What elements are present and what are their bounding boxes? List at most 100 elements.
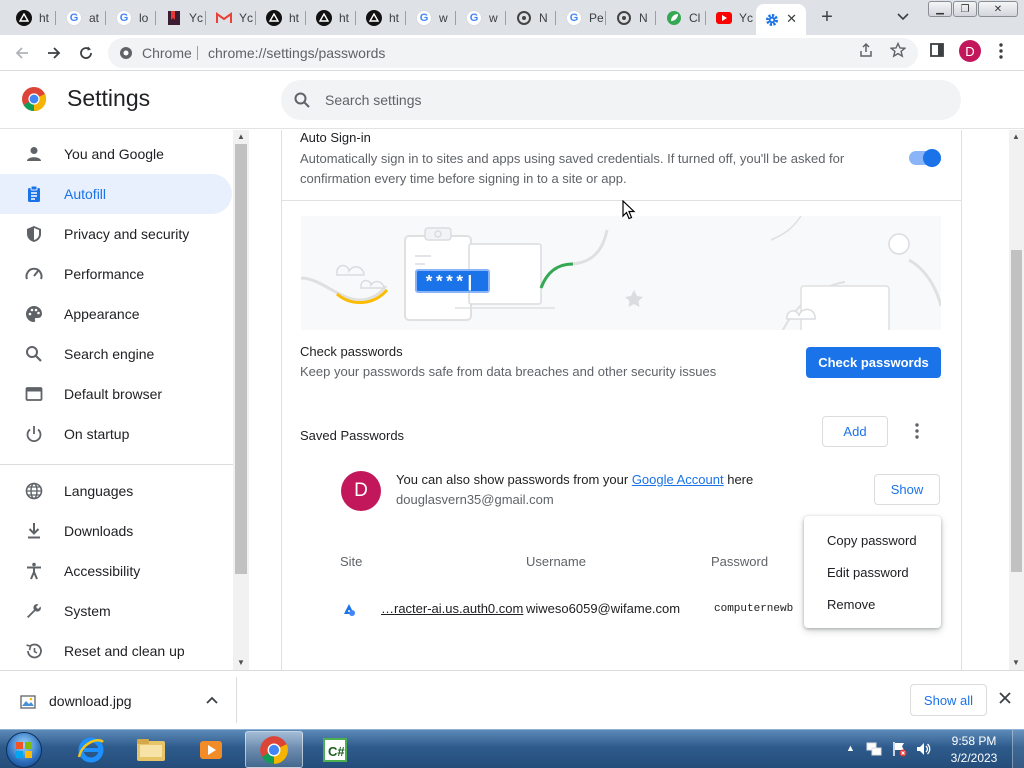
tab-1[interactable]: ht xyxy=(8,4,56,31)
password-site-link[interactable]: …racter-ai.us.auth0.com xyxy=(381,601,523,616)
menu-item-edit-password[interactable]: Edit password xyxy=(804,556,941,588)
settings-sidebar: You and Google Autofill Privacy and secu… xyxy=(0,130,235,670)
sidebar-item-on-startup[interactable]: On startup xyxy=(0,414,232,454)
tab-title: Cl xyxy=(689,10,701,25)
bookmark-star-icon[interactable] xyxy=(890,42,906,58)
address-bar[interactable]: Chrome chrome://settings/passwords xyxy=(108,38,918,68)
side-panel-icon[interactable] xyxy=(929,42,945,58)
sidebar-item-default-browser[interactable]: Default browser xyxy=(0,374,232,414)
taskbar-internet-explorer[interactable] xyxy=(62,731,120,768)
main-scroll-up-arrow-icon[interactable]: ▲ xyxy=(1012,132,1020,141)
more-actions-icon[interactable] xyxy=(913,422,921,440)
clock-date[interactable]: 3/2/2023 xyxy=(948,751,1000,765)
close-window-button[interactable]: ✕ xyxy=(978,1,1018,17)
tab-settings[interactable]: ✕ xyxy=(756,4,806,35)
tray-expand-icon[interactable]: ▲ xyxy=(846,743,855,753)
main-scroll-down-arrow-icon[interactable]: ▼ xyxy=(1012,658,1020,667)
tab-5[interactable]: Yc xyxy=(208,4,256,31)
omnibox-url[interactable]: chrome://settings/passwords xyxy=(208,45,385,61)
show-all-downloads-button[interactable]: Show all xyxy=(910,684,987,716)
google-account-link[interactable]: Google Account xyxy=(632,472,724,487)
taskbar-file-explorer[interactable] xyxy=(122,731,180,768)
google-icon: G xyxy=(466,9,482,26)
tab-7[interactable]: ht xyxy=(308,4,356,31)
chevron-up-icon[interactable] xyxy=(206,695,218,705)
sidebar-item-reset[interactable]: Reset and clean up xyxy=(0,631,232,670)
tab-title: N xyxy=(639,10,648,25)
sidebar-item-autofill[interactable]: Autofill xyxy=(0,174,232,214)
taskbar-media-player[interactable] xyxy=(182,731,240,768)
search-input[interactable] xyxy=(325,80,925,120)
network-icon[interactable] xyxy=(866,741,882,757)
kebab-menu-icon[interactable] xyxy=(996,42,1006,60)
start-button[interactable] xyxy=(6,732,42,768)
sidebar-item-label: Downloads xyxy=(64,523,134,539)
taskbar-chrome[interactable] xyxy=(245,731,303,768)
volume-icon[interactable] xyxy=(915,741,931,757)
sidebar-item-accessibility[interactable]: Accessibility xyxy=(0,551,232,591)
tab-2[interactable]: G at xyxy=(58,4,106,31)
folder-icon xyxy=(137,738,165,761)
page-title: Settings xyxy=(67,85,151,111)
tab-13[interactable]: N xyxy=(608,4,656,31)
taskbar-csharp-app[interactable]: C# xyxy=(306,731,364,768)
sidebar-item-label: Performance xyxy=(64,266,145,282)
tab-search-chevron-icon[interactable] xyxy=(896,9,910,23)
tab-6[interactable]: ht xyxy=(258,4,306,31)
close-icon[interactable] xyxy=(999,692,1011,704)
security-flag-icon[interactable] xyxy=(891,741,907,757)
new-tab-button[interactable]: + xyxy=(818,6,836,29)
bookmark-icon xyxy=(166,10,182,26)
menu-item-copy-password[interactable]: Copy password xyxy=(804,524,941,556)
show-desktop-button[interactable] xyxy=(1012,730,1024,768)
tab-15[interactable]: Yc xyxy=(708,4,756,31)
tab-3[interactable]: G lo xyxy=(108,4,156,31)
tab-14[interactable]: Cl xyxy=(658,4,706,31)
tab-10[interactable]: G w xyxy=(458,4,506,31)
sidebar-item-languages[interactable]: Languages xyxy=(0,471,232,511)
restore-button[interactable]: ❐ xyxy=(953,1,977,17)
auto-signin-title: Auto Sign-in xyxy=(300,130,371,145)
sidebar-item-search-engine[interactable]: Search engine xyxy=(0,334,232,374)
forward-button[interactable] xyxy=(42,41,66,65)
tab-12[interactable]: G Pe xyxy=(558,4,606,31)
close-tab-icon[interactable]: ✕ xyxy=(786,11,797,27)
toggle-knob[interactable] xyxy=(923,149,941,167)
add-password-button[interactable]: Add xyxy=(822,416,888,447)
share-icon[interactable] xyxy=(858,42,874,58)
sidebar-item-label: Reset and clean up xyxy=(64,643,185,659)
github-icon xyxy=(316,9,332,26)
sidebar-item-system[interactable]: System xyxy=(0,591,232,631)
sidebar-item-privacy[interactable]: Privacy and security xyxy=(0,214,232,254)
sidebar-item-appearance[interactable]: Appearance xyxy=(0,294,232,334)
account-email: douglasvern35@gmail.com xyxy=(396,492,554,507)
download-filename[interactable]: download.jpg xyxy=(49,693,132,709)
sidebar-scroll-thumb[interactable] xyxy=(235,144,247,574)
settings-search[interactable] xyxy=(281,80,961,120)
sidebar-item-downloads[interactable]: Downloads xyxy=(0,511,232,551)
column-header-username: Username xyxy=(526,554,586,569)
sidebar-item-performance[interactable]: Performance xyxy=(0,254,232,294)
minimize-button[interactable]: ▁ xyxy=(928,1,952,17)
back-button[interactable] xyxy=(10,41,34,65)
menu-item-remove[interactable]: Remove xyxy=(804,588,941,620)
check-passwords-button[interactable]: Check passwords xyxy=(806,347,941,378)
tab-8[interactable]: ht xyxy=(358,4,406,31)
accessibility-icon xyxy=(24,561,44,581)
browser-window-icon xyxy=(24,384,44,404)
tab-4[interactable]: Yc xyxy=(158,4,206,31)
windows-logo-icon xyxy=(16,742,32,758)
show-account-passwords-button[interactable]: Show xyxy=(874,474,940,505)
tab-title: Pe xyxy=(589,10,604,25)
media-player-icon xyxy=(200,740,222,759)
profile-avatar[interactable]: D xyxy=(959,40,981,62)
clock-time[interactable]: 9:58 PM xyxy=(948,734,1000,748)
scroll-down-arrow-icon[interactable]: ▼ xyxy=(237,658,245,667)
sidebar-item-you-and-google[interactable]: You and Google xyxy=(0,134,232,174)
forward-arrow-icon xyxy=(48,47,61,59)
tab-11[interactable]: N xyxy=(508,4,556,31)
scroll-up-arrow-icon[interactable]: ▲ xyxy=(237,132,245,141)
reload-button[interactable] xyxy=(74,41,98,65)
tab-9[interactable]: G w xyxy=(408,4,456,31)
main-scroll-thumb[interactable] xyxy=(1011,250,1022,572)
